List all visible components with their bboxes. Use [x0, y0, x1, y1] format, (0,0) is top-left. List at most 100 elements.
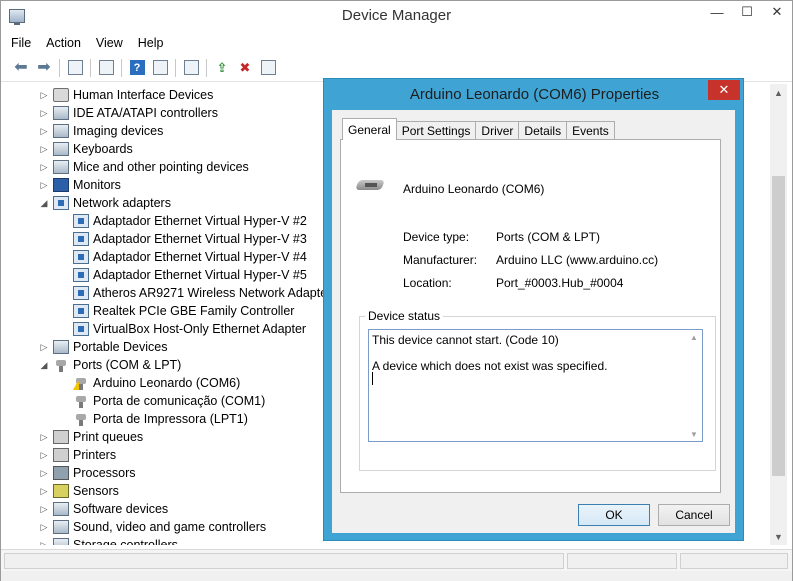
- toolbar-separator: [90, 58, 91, 77]
- tree-child-item[interactable]: Arduino Leonardo (COM6): [57, 374, 240, 392]
- tree-scrollbar[interactable]: ▲ ▼: [770, 84, 787, 545]
- tree-category-item[interactable]: ◢ Ports (COM & LPT): [37, 356, 181, 374]
- tree-child-item[interactable]: Adaptador Ethernet Virtual Hyper-V #2: [57, 212, 307, 230]
- tree-category-item[interactable]: ▷ Sensors: [37, 482, 119, 500]
- tree-item-label: Software devices: [73, 502, 169, 516]
- tree-category-item[interactable]: ▷ Imaging devices: [37, 122, 163, 140]
- collapsed-arrow-icon[interactable]: ▷: [37, 126, 51, 137]
- network-card-icon: [73, 232, 89, 246]
- cancel-button[interactable]: Cancel: [658, 504, 730, 526]
- collapsed-arrow-icon[interactable]: ▷: [37, 90, 51, 101]
- tree-category-item[interactable]: ▷ Printers: [37, 446, 116, 464]
- collapsed-arrow-icon[interactable]: ▷: [37, 108, 51, 119]
- tree-child-item[interactable]: Adaptador Ethernet Virtual Hyper-V #3: [57, 230, 307, 248]
- ok-button[interactable]: OK: [578, 504, 650, 526]
- status-scroll-up-icon[interactable]: ▲: [686, 330, 702, 344]
- tree-category-item[interactable]: ▷ Mice and other pointing devices: [37, 158, 249, 176]
- menu-file[interactable]: File: [11, 36, 31, 50]
- tree-child-item[interactable]: Porta de Impressora (LPT1): [57, 410, 248, 428]
- processor-icon: [53, 466, 69, 480]
- tree-category-item[interactable]: ▷ Human Interface Devices: [37, 86, 213, 104]
- tree-child-item[interactable]: Porta de comunicação (COM1): [57, 392, 265, 410]
- tree-child-item[interactable]: Adaptador Ethernet Virtual Hyper-V #5: [57, 266, 307, 284]
- collapsed-arrow-icon[interactable]: ▷: [37, 540, 51, 546]
- minimize-button[interactable]: —: [702, 1, 732, 23]
- toolbar-separator: [175, 58, 176, 77]
- action-pane-button[interactable]: [150, 58, 170, 78]
- monitor-icon: [53, 178, 69, 192]
- disable-device-button[interactable]: [258, 58, 278, 78]
- toolbar-separator: [121, 58, 122, 77]
- tree-item-label: Realtek PCIe GBE Family Controller: [93, 304, 295, 318]
- tree-child-item[interactable]: Adaptador Ethernet Virtual Hyper-V #4: [57, 248, 307, 266]
- tree-child-item[interactable]: Atheros AR9271 Wireless Network Adapter: [57, 284, 331, 302]
- scroll-down-arrow-icon[interactable]: ▼: [770, 528, 787, 545]
- general-tab-page: Arduino Leonardo (COM6) Device type: Por…: [340, 139, 721, 493]
- collapsed-arrow-icon[interactable]: ▷: [37, 504, 51, 515]
- scan-hardware-button[interactable]: [181, 58, 201, 78]
- tab-details[interactable]: Details: [518, 121, 568, 140]
- scroll-up-arrow-icon[interactable]: ▲: [770, 84, 787, 101]
- properties-button[interactable]: [96, 58, 116, 78]
- collapsed-arrow-icon[interactable]: ▷: [37, 162, 51, 173]
- scrollbar-thumb[interactable]: [772, 176, 785, 476]
- window-bottom-edge: [1, 571, 792, 581]
- status-bar: [1, 549, 792, 571]
- status-line-message: A device which does not exist was specif…: [372, 359, 608, 373]
- dialog-close-button[interactable]: ✕: [708, 80, 740, 100]
- collapsed-arrow-icon[interactable]: ▷: [37, 486, 51, 497]
- collapsed-arrow-icon[interactable]: ▷: [37, 522, 51, 533]
- tree-item-label: Adaptador Ethernet Virtual Hyper-V #2: [93, 214, 307, 228]
- tab-general[interactable]: General: [342, 118, 397, 140]
- forward-button[interactable]: ➡: [34, 58, 54, 78]
- collapsed-arrow-icon[interactable]: ▷: [37, 144, 51, 155]
- window-title: Device Manager: [341, 7, 452, 24]
- back-arrow-icon: ⬅: [14, 58, 28, 76]
- show-hide-console-tree-button[interactable]: [65, 58, 85, 78]
- tree-item-label: Adaptador Ethernet Virtual Hyper-V #4: [93, 250, 307, 264]
- tree-item-label: Adaptador Ethernet Virtual Hyper-V #3: [93, 232, 307, 246]
- tree-child-item[interactable]: VirtualBox Host-Only Ethernet Adapter: [57, 320, 306, 338]
- tree-category-item[interactable]: ▷ Sound, video and game controllers: [37, 518, 266, 536]
- tree-category-item[interactable]: ▷ Storage controllers: [37, 536, 178, 545]
- close-button[interactable]: ✕: [762, 1, 792, 23]
- collapsed-arrow-icon[interactable]: ▷: [37, 180, 51, 191]
- maximize-button[interactable]: ☐: [732, 1, 762, 23]
- tree-category-item[interactable]: ▷ Processors: [37, 464, 136, 482]
- network-card-icon: [73, 268, 89, 282]
- expanded-arrow-icon[interactable]: ◢: [37, 198, 51, 209]
- tree-item-label: Ports (COM & LPT): [73, 358, 182, 372]
- tree-category-item[interactable]: ▷ Print queues: [37, 428, 143, 446]
- tab-driver[interactable]: Driver: [475, 121, 520, 140]
- tree-category-item[interactable]: ▷ IDE ATA/ATAPI controllers: [37, 104, 218, 122]
- tree-category-item[interactable]: ◢ Network adapters: [37, 194, 171, 212]
- tree-category-item[interactable]: ▷ Monitors: [37, 176, 121, 194]
- tree-category-item[interactable]: ▷ Software devices: [37, 500, 168, 518]
- software-device-icon: [53, 502, 69, 516]
- tab-events[interactable]: Events: [566, 121, 615, 140]
- collapsed-arrow-icon[interactable]: ▷: [37, 432, 51, 443]
- status-scroll-down-icon[interactable]: ▼: [686, 427, 702, 441]
- title-bar[interactable]: Device Manager — ☐ ✕: [1, 1, 792, 32]
- tree-category-item[interactable]: ▷ Portable Devices: [37, 338, 168, 356]
- menu-help[interactable]: Help: [138, 36, 164, 50]
- toolbar-separator: [59, 58, 60, 77]
- menu-action[interactable]: Action: [46, 36, 81, 50]
- expanded-arrow-icon[interactable]: ◢: [37, 360, 51, 371]
- collapsed-arrow-icon[interactable]: ▷: [37, 342, 51, 353]
- help-icon: ?: [129, 60, 145, 75]
- uninstall-device-button[interactable]: ✖: [235, 58, 255, 78]
- help-button[interactable]: ?: [127, 58, 147, 78]
- tab-port-settings[interactable]: Port Settings: [395, 121, 477, 140]
- tree-category-item[interactable]: ▷ Keyboards: [37, 140, 133, 158]
- menu-view[interactable]: View: [96, 36, 123, 50]
- back-button[interactable]: ⬅: [11, 58, 31, 78]
- network-card-icon: [73, 250, 89, 264]
- collapsed-arrow-icon[interactable]: ▷: [37, 468, 51, 479]
- collapsed-arrow-icon[interactable]: ▷: [37, 450, 51, 461]
- tree-child-item[interactable]: Realtek PCIe GBE Family Controller: [57, 302, 294, 320]
- status-textbox-scrollbar[interactable]: ▲ ▼: [686, 330, 702, 441]
- update-driver-button[interactable]: ⇪: [212, 58, 232, 78]
- device-status-textbox[interactable]: This device cannot start. (Code 10) A de…: [368, 329, 703, 442]
- tree-item-label: Processors: [73, 466, 136, 480]
